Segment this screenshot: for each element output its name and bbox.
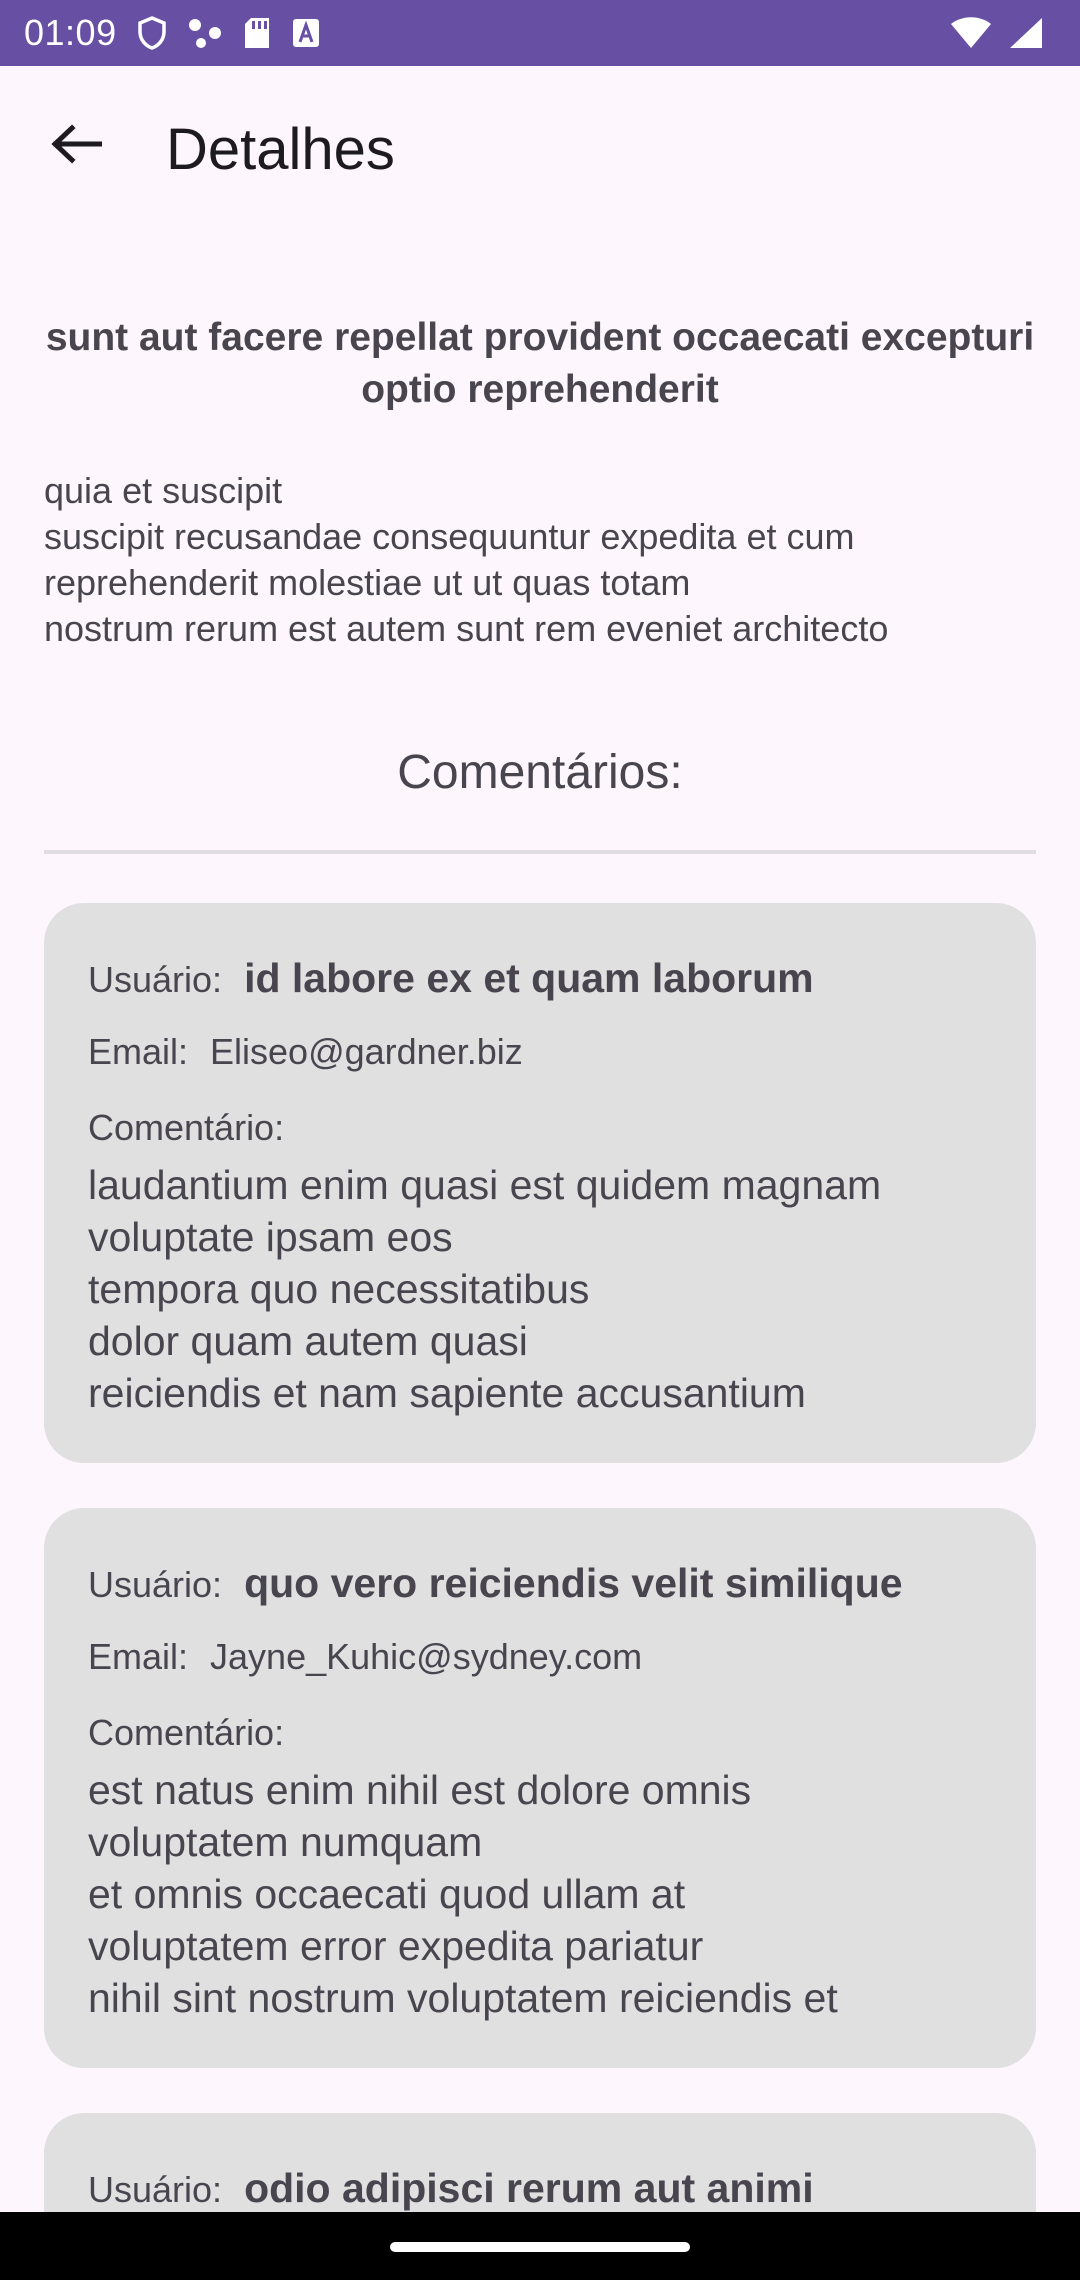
- comment-label: Comentário:: [88, 1107, 285, 1148]
- user-label: Usuário:: [88, 1564, 223, 1605]
- comment-email: Eliseo@gardner.biz: [210, 1031, 523, 1072]
- comment-user-row: Usuário: odio adipisci rerum aut animi: [88, 2165, 814, 2212]
- share-nodes-icon: [187, 17, 223, 49]
- user-label: Usuário:: [88, 2169, 223, 2210]
- comment-user-name: quo vero reiciendis velit similique: [244, 1560, 903, 1606]
- signal-icon: [1008, 16, 1044, 50]
- arrow-back-icon: [50, 123, 103, 169]
- shield-icon: [137, 16, 167, 50]
- comment-email-row: Email: Eliseo@gardner.biz: [88, 1031, 523, 1073]
- status-time: 01:09: [24, 12, 117, 53]
- comment-body: est natus enim nihil est dolore omnis vo…: [88, 1767, 838, 2021]
- status-bar: 01:09: [0, 0, 1080, 66]
- comment-body: laudantium enim quasi est quidem magnam …: [88, 1162, 882, 1416]
- back-button[interactable]: [36, 106, 116, 186]
- sd-card-icon: [243, 16, 271, 50]
- comment-email: Jayne_Kuhic@sydney.com: [210, 1636, 643, 1677]
- comment-user-name: odio adipisci rerum aut animi: [244, 2165, 814, 2211]
- post-body: quia et suscipit suscipit recusandae con…: [44, 470, 889, 649]
- navigation-bar: [0, 2212, 1080, 2280]
- divider: [44, 850, 1036, 854]
- comment-user-name: id labore ex et quam laborum: [244, 955, 814, 1001]
- user-label: Usuário:: [88, 959, 223, 1000]
- comments-heading: Comentários:: [397, 746, 683, 799]
- comment-user-row: Usuário: quo vero reiciendis velit simil…: [88, 1560, 903, 1607]
- comment-label: Comentário:: [88, 1712, 285, 1753]
- wifi-icon: [950, 16, 992, 50]
- page-title: Detalhes: [166, 117, 395, 182]
- comment-card: Usuário: quo vero reiciendis velit simil…: [44, 1508, 1036, 2068]
- email-label: Email:: [88, 1031, 189, 1072]
- comment-user-row: Usuário: id labore ex et quam laborum: [88, 955, 814, 1002]
- email-label: Email:: [88, 1636, 189, 1677]
- post-title: sunt aut facere repellat provident occae…: [45, 316, 1035, 411]
- font-icon: [291, 17, 321, 49]
- comment-card: Usuário: id labore ex et quam laborum Em…: [44, 903, 1036, 1463]
- status-icons-left: [137, 16, 321, 50]
- app-bar: Detalhes: [0, 66, 1080, 242]
- status-icons-right: [950, 16, 1044, 50]
- comment-email-row: Email: Jayne_Kuhic@sydney.com: [88, 1636, 642, 1678]
- home-gesture-handle[interactable]: [390, 2242, 690, 2252]
- screen: 01:09 Detalhes sunt aut facere repellat …: [0, 0, 1080, 2280]
